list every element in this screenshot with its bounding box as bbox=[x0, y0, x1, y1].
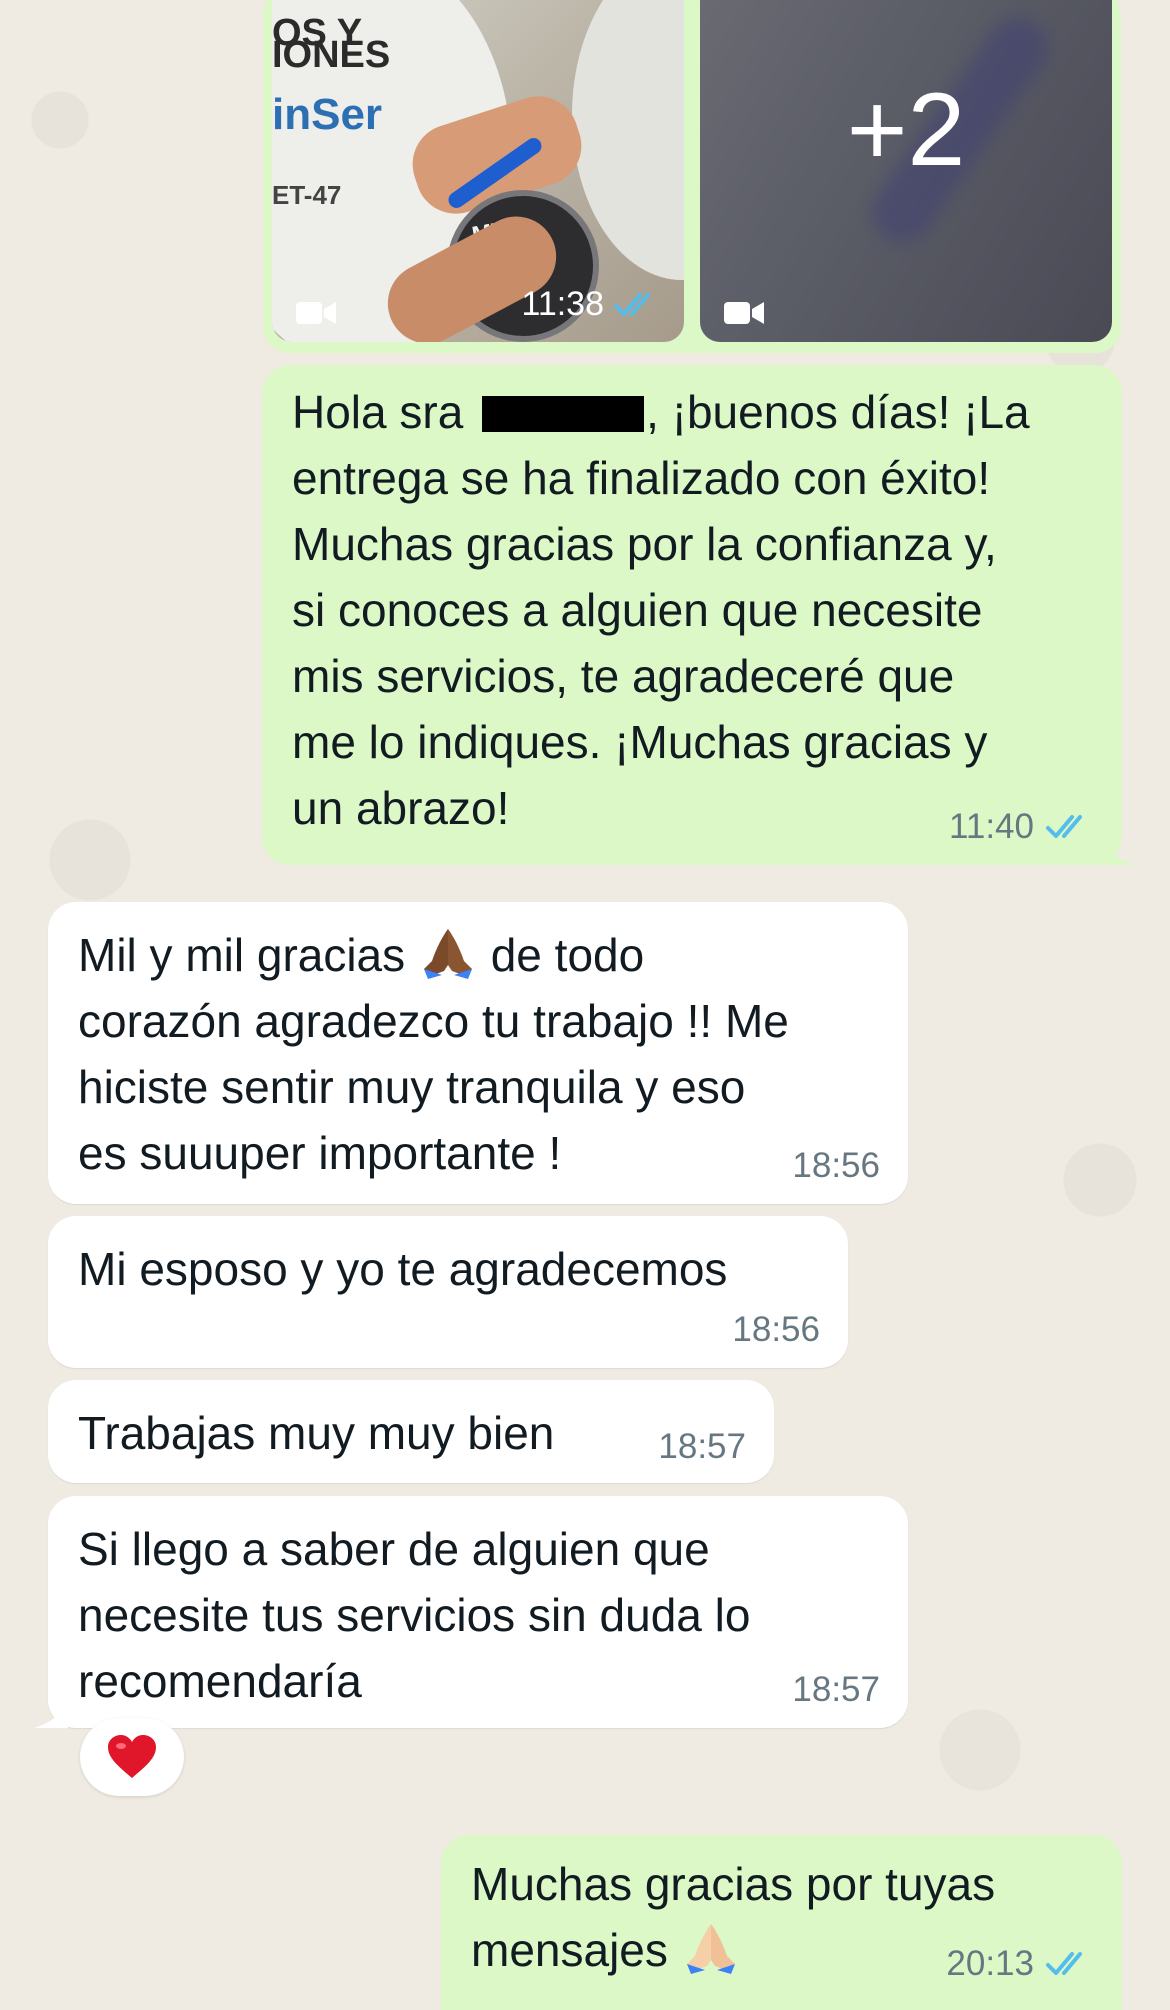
message-time: 11:38 bbox=[521, 285, 604, 323]
message-text: Hola sra , ¡buenos días! ¡La entrega se … bbox=[292, 379, 1092, 841]
message-time: 18:56 bbox=[732, 1310, 820, 1349]
message-text-part: Mil y mil gracias bbox=[78, 929, 418, 981]
more-media-tile[interactable]: +2 bbox=[700, 0, 1112, 342]
folded-hands-emoji-icon bbox=[686, 1924, 735, 1974]
thumbnail-photo-text: IONES bbox=[272, 34, 391, 76]
message-meta: 18:57 bbox=[658, 1427, 746, 1467]
double-check-icon bbox=[1046, 815, 1082, 838]
video-thumbnail[interactable]: OS Y IONES inSer ET-47 MVE 11:38 bbox=[272, 0, 684, 342]
media-message-bubble[interactable]: OS Y IONES inSer ET-47 MVE 11:38 +2 bbox=[263, 0, 1121, 353]
message-text: Trabajas muy muy bien bbox=[78, 1407, 555, 1459]
message-time: 18:56 bbox=[792, 1146, 880, 1185]
bubble-tail bbox=[34, 1694, 68, 1728]
thumbnail-photo-text: ET-47 bbox=[272, 180, 342, 210]
folded-hands-emoji-icon bbox=[423, 929, 472, 979]
message-meta: 20:13 bbox=[946, 1944, 1094, 1984]
message-text: Mil y mil gracias de todo corazón agrade… bbox=[78, 922, 878, 1186]
message-time: 11:40 bbox=[949, 807, 1034, 846]
message-meta: 18:57 bbox=[792, 1670, 880, 1710]
message-time: 20:13 bbox=[946, 1944, 1034, 1983]
redacted-name-block bbox=[482, 396, 645, 432]
message-meta: 11:40 bbox=[949, 807, 1094, 847]
message-text: Si llego a saber de alguien que necesite… bbox=[78, 1523, 751, 1707]
bubble-tail bbox=[1102, 831, 1136, 865]
message-text: Mi esposo y yo te agradecemos bbox=[78, 1243, 728, 1295]
red-heart-icon bbox=[108, 1735, 156, 1778]
message-bubble-outgoing[interactable]: Hola sra , ¡buenos días! ¡La entrega se … bbox=[262, 365, 1136, 865]
message-bubble-incoming[interactable]: Mi esposo y yo te agradecemos 18:56 bbox=[48, 1216, 848, 1368]
message-time: 18:57 bbox=[658, 1427, 746, 1466]
video-camera-icon bbox=[724, 302, 764, 324]
message-bubble-incoming[interactable]: Si llego a saber de alguien que necesite… bbox=[34, 1496, 908, 1728]
thumbnail-photo-text: inSer bbox=[272, 90, 383, 139]
video-camera-icon bbox=[296, 302, 336, 324]
message-text-part: Hola sra bbox=[292, 386, 477, 438]
message-bubble-incoming[interactable]: Trabajas muy muy bien 18:57 bbox=[48, 1380, 774, 1483]
message-bubble-outgoing[interactable]: Muchas gracias por tuyas mensajes 20:13 bbox=[441, 1835, 1122, 2010]
message-meta: 18:56 bbox=[732, 1310, 820, 1350]
message-meta: 11:38 bbox=[521, 285, 662, 324]
message-meta: 18:56 bbox=[792, 1146, 880, 1186]
message-bubble-incoming[interactable]: Mil y mil gracias de todo corazón agrade… bbox=[48, 902, 908, 1204]
message-time: 18:57 bbox=[792, 1670, 880, 1709]
more-media-count: +2 bbox=[846, 72, 966, 188]
double-check-icon bbox=[1046, 1952, 1082, 1975]
double-check-icon bbox=[614, 292, 650, 316]
message-text-part: , ¡buenos días! ¡La entrega se ha finali… bbox=[292, 386, 1030, 834]
reaction-badge[interactable] bbox=[80, 1718, 184, 1796]
